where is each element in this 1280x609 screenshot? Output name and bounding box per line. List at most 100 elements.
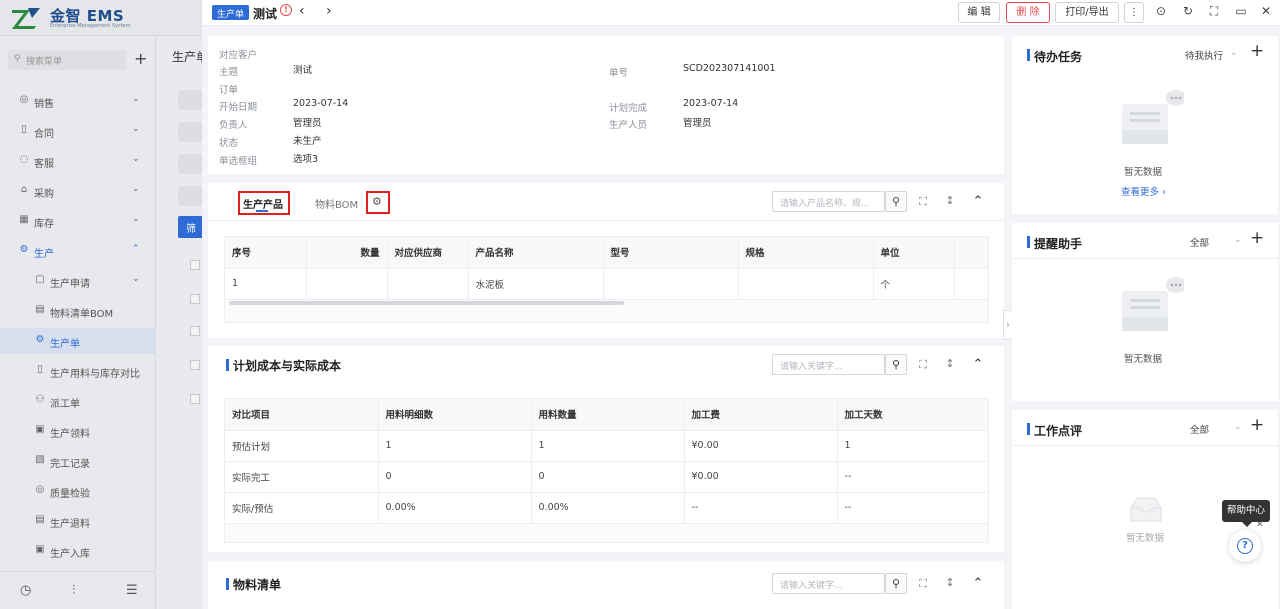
product-search-button[interactable]: ⚲ xyxy=(885,191,907,212)
return-icon: ▤ xyxy=(35,514,45,525)
sidebar-item-contract[interactable]: ▯ 合同 ⌄ xyxy=(0,118,156,144)
expand-icon[interactable]: ⛶ xyxy=(916,195,930,209)
sidebar-item-service[interactable]: ◌ 客服 ⌄ xyxy=(0,148,156,174)
tab-production-products[interactable]: 生产产品 xyxy=(243,196,283,211)
sort-icon[interactable]: ↕ xyxy=(943,357,957,370)
play-icon[interactable]: ⊙ xyxy=(1153,4,1169,18)
field-label: 单号 xyxy=(609,68,629,79)
background-input xyxy=(178,154,202,174)
sidebar-item-production[interactable]: ⚙ 生产 ⌃ xyxy=(0,238,156,264)
alert-icon[interactable]: ! xyxy=(280,4,292,16)
sidebar-subitem-completion[interactable]: ▧ 完工记录 xyxy=(0,448,156,474)
list-icon: ▤ xyxy=(35,304,45,315)
review-filter-dropdown[interactable]: 全部 xyxy=(1190,422,1209,436)
chevron-up-icon[interactable]: ⌃ xyxy=(971,576,985,591)
tab-material-bom[interactable]: 物料BOM xyxy=(315,196,358,211)
product-search-input[interactable]: 请输入产品名称、规... xyxy=(772,191,885,212)
chevron-up-icon[interactable]: ⌃ xyxy=(971,194,985,209)
add-reminder-button[interactable]: + xyxy=(1250,228,1264,248)
sidebar-subitem-return[interactable]: ▤ 生产退料 xyxy=(0,508,156,534)
gear-icon[interactable]: ⚙ xyxy=(372,195,382,208)
edit-button[interactable]: 编 辑 xyxy=(958,2,1000,23)
column-header: 单位 xyxy=(873,237,955,269)
cost-search-button[interactable]: ⚲ xyxy=(885,354,907,375)
question-icon: ? xyxy=(1237,538,1253,554)
product-name-link[interactable]: 水泥板 xyxy=(468,268,604,300)
chevron-down-icon: ⌄ xyxy=(132,94,140,104)
field-label: 对应客户 xyxy=(219,50,258,61)
expand-icon[interactable]: ⛶ xyxy=(916,577,930,591)
table-cell: 个 xyxy=(873,268,955,300)
reminder-filter-dropdown[interactable]: 全部 xyxy=(1190,235,1209,249)
products-table: 序号 数量 对应供应商 产品名称 型号 规格 单位 1 水泥板 个 xyxy=(225,237,989,300)
view-more-link[interactable]: 查看更多 › xyxy=(1121,184,1166,198)
section-title: 计划成本与实际成本 xyxy=(233,359,342,373)
expand-icon[interactable]: ⛶ xyxy=(916,358,930,372)
sidebar-item-inventory[interactable]: ▦ 库存 ⌄ xyxy=(0,208,156,234)
chevron-down-icon: ⌄ xyxy=(132,184,140,194)
column-header: 规格 xyxy=(738,237,874,269)
chevron-down-icon[interactable]: ⌄ xyxy=(1234,422,1242,432)
bom-search-input[interactable]: 请输入关键字... xyxy=(772,573,885,594)
sidebar-item-label: 生产领料 xyxy=(50,429,90,440)
delete-button[interactable]: 删 除 xyxy=(1006,2,1050,23)
table-cell: 实际完工 xyxy=(225,461,379,493)
sidebar-subitem-material-compare[interactable]: ▯ 生产用料与库存对比 xyxy=(0,358,156,384)
add-review-button[interactable]: + xyxy=(1250,415,1264,435)
background-checkbox xyxy=(190,326,200,336)
minimize-window-icon[interactable]: ▭ xyxy=(1233,4,1249,18)
sort-icon[interactable]: ↕ xyxy=(943,194,957,207)
chevron-up-icon[interactable]: ⌃ xyxy=(971,357,985,372)
fullscreen-icon[interactable]: ⛶ xyxy=(1206,4,1222,19)
table-cell xyxy=(603,268,739,300)
settings-sliders-icon[interactable]: ⫶ xyxy=(72,583,75,598)
table-cell: 0 xyxy=(378,461,532,493)
field-value: 选项3 xyxy=(293,154,319,165)
sidebar-subitem-production-order[interactable]: ⚙ 生产单 xyxy=(0,328,156,354)
history-icon[interactable]: ◷ xyxy=(20,583,31,598)
table-cell: -- xyxy=(684,492,838,524)
add-todo-button[interactable]: + xyxy=(1250,41,1264,61)
add-menu-button[interactable]: + xyxy=(134,49,147,68)
print-export-button[interactable]: 打印/导出 xyxy=(1055,2,1119,23)
chevron-left-icon[interactable]: ‹ xyxy=(299,3,305,19)
bom-search-button[interactable]: ⚲ xyxy=(885,573,907,594)
table-cell: ¥0.00 xyxy=(684,461,838,493)
column-header: 加工天数 xyxy=(837,399,989,431)
table-row: 1 水泥板 个 xyxy=(225,268,989,300)
cost-search-input[interactable]: 请输入关键字... xyxy=(772,354,885,375)
background-checkbox xyxy=(190,394,200,404)
chevron-down-icon[interactable]: ⌄ xyxy=(1230,48,1238,58)
collapse-menu-icon[interactable]: ☰ xyxy=(126,583,138,598)
sidebar-subitem-stock-in[interactable]: ▣ 生产入库 xyxy=(0,538,156,564)
background-checkbox xyxy=(190,360,200,370)
todo-filter-dropdown[interactable]: 待我执行 xyxy=(1185,48,1223,62)
help-center-button[interactable]: ? xyxy=(1229,530,1261,562)
sidebar-item-sales[interactable]: ◎ 销售 ⌄ xyxy=(0,88,156,114)
close-icon[interactable]: ✕ xyxy=(1256,520,1264,530)
sort-icon[interactable]: ↕ xyxy=(943,576,957,589)
sidebar-subitem-bom[interactable]: ▤ 物料清单BOM xyxy=(0,298,156,324)
chevron-down-icon[interactable]: ⌄ xyxy=(1234,235,1242,245)
products-card: 生产产品 物料BOM ⚙ 请输入产品名称、规... ⚲ ⛶ ↕ ⌃ 序号 数量 … xyxy=(208,183,1004,338)
field-label: 单选框组 xyxy=(219,156,258,167)
sidebar-subitem-picking[interactable]: ▣ 生产领料 xyxy=(0,418,156,444)
background-input xyxy=(178,186,202,206)
table-cell xyxy=(387,268,469,300)
sidebar-subitem-production-request[interactable]: ▢ 生产申请 ⌄ xyxy=(0,268,156,294)
chevron-right-icon[interactable]: › xyxy=(326,3,332,19)
horizontal-scrollbar[interactable] xyxy=(229,301,624,305)
field-label: 状态 xyxy=(219,138,239,149)
more-actions-button[interactable]: ⋮ xyxy=(1124,2,1144,23)
production-icon: ⚙ xyxy=(19,244,29,255)
menu-search-input[interactable]: ⚲ 搜索菜单 xyxy=(8,50,126,70)
sidebar-subitem-dispatch[interactable]: ⚇ 派工单 xyxy=(0,388,156,414)
sidebar-item-purchase[interactable]: ⌂ 采购 ⌄ xyxy=(0,178,156,204)
empty-inbox-icon xyxy=(1122,90,1184,144)
inventory-icon: ▦ xyxy=(19,214,29,225)
sidebar-subitem-quality[interactable]: ◎ 质量检验 xyxy=(0,478,156,504)
sales-icon: ◎ xyxy=(19,94,29,105)
refresh-icon[interactable]: ↻ xyxy=(1180,4,1196,18)
background-checkbox xyxy=(190,260,200,270)
close-icon[interactable]: ✕ xyxy=(1258,4,1274,18)
